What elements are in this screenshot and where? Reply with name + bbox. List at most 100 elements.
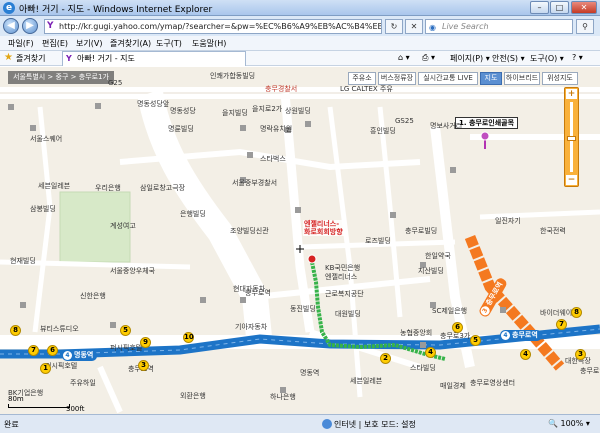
safety-menu[interactable]: 안전(S) ▾: [492, 53, 525, 64]
yahoo-tab-icon: Y: [66, 54, 72, 63]
map-label: 농협중앙회: [400, 329, 433, 337]
menu-view[interactable]: 보기(V): [76, 38, 102, 49]
status-text: 완료: [4, 420, 19, 429]
forward-button[interactable]: ▶: [22, 18, 38, 34]
refresh-button[interactable]: ↻: [385, 19, 403, 34]
map-label: 인쾌가합동빌딩: [210, 72, 256, 80]
security-zone[interactable]: 인터넷 | 보호 모드: 설정: [334, 419, 416, 430]
map-label: 삼봉빌딩: [30, 205, 56, 213]
maximize-button[interactable]: □: [550, 1, 569, 14]
map-label: 한일약국: [425, 252, 451, 260]
subway-exit[interactable]: 1: [40, 363, 51, 374]
subway-exit[interactable]: 6: [452, 322, 463, 333]
map-label: 주유하일: [70, 379, 96, 387]
live-traffic-button[interactable]: 실시간교통 LIVE: [418, 72, 478, 85]
stop-button[interactable]: ✕: [405, 19, 423, 34]
menu-edit[interactable]: 편집(E): [42, 38, 68, 49]
route-popup-line2: 화로회회방향: [304, 228, 343, 236]
menu-favorites[interactable]: 즐겨찾기(A): [110, 38, 151, 49]
map-view-button[interactable]: 지도: [480, 72, 502, 85]
satellite-view-button[interactable]: 위성지도: [542, 72, 578, 85]
route-popup[interactable]: 엔젤리너스- 화로회회방향: [303, 220, 344, 236]
subway-exit[interactable]: 4: [425, 347, 436, 358]
map-label: 을지로2가: [252, 105, 283, 113]
help-icon[interactable]: ? ▾: [572, 53, 583, 62]
zoom-in-button[interactable]: +: [566, 89, 577, 99]
station-myeongdong[interactable]: 4 명동역: [62, 350, 98, 361]
map-label: 조양빌딩신관: [230, 227, 269, 235]
page-menu[interactable]: 페이지(P) ▾: [450, 53, 490, 64]
map-label: 서울중부경찰서: [232, 179, 278, 187]
map-label: 로즈빌딩: [365, 237, 391, 245]
subway-exit[interactable]: 3: [575, 349, 586, 360]
map-label: 명동역: [300, 369, 320, 377]
hybrid-view-button[interactable]: 하이브리드: [504, 72, 540, 85]
map-label: 지산빌딩: [418, 267, 444, 275]
bus-stop-button[interactable]: 버스정류장: [378, 72, 416, 85]
map-breadcrumb[interactable]: 서울특별시 > 중구 > 충무로1가: [8, 71, 114, 84]
subway-exit[interactable]: 7: [556, 319, 567, 330]
station-chungmuro-line4[interactable]: 4 충무로역: [500, 330, 542, 341]
map-label: 근로복지공단: [325, 290, 364, 298]
search-input[interactable]: ◉ Live Search: [425, 19, 573, 34]
url-input[interactable]: Y http://kr.gugi.yahoo.com/ymap/?searche…: [44, 19, 382, 34]
close-button[interactable]: ✕: [571, 1, 597, 14]
map-label: 한국전력: [540, 227, 566, 235]
subway-exit[interactable]: 9: [140, 337, 151, 348]
tab-map[interactable]: Y 아빠! 거기 - 지도: [62, 51, 246, 66]
print-icon[interactable]: ⎙ ▾: [422, 53, 435, 63]
subway-exit[interactable]: 5: [120, 325, 131, 336]
search-go-button[interactable]: ⚲: [576, 19, 594, 34]
menu-tools[interactable]: 도구(T): [156, 38, 182, 49]
back-button[interactable]: ◀: [3, 18, 19, 34]
gas-station-button[interactable]: 주유소: [348, 72, 376, 85]
magnifier-icon: ⚲: [582, 22, 588, 31]
search-placeholder: Live Search: [442, 22, 489, 31]
station-name: 명동역: [74, 351, 94, 359]
map-canvas[interactable]: 서울특별시 > 중구 > 충무로1가 주유소 버스정류장 실시간교통 LIVE …: [0, 67, 600, 414]
ie-logo-icon: e: [3, 2, 15, 14]
subway-exit[interactable]: 6: [47, 345, 58, 356]
map-label: 명락유치원: [260, 125, 293, 133]
map-label: LG CALTEX 주유: [340, 85, 393, 93]
poi-popup[interactable]: 1. 충무로인쇄골목: [455, 117, 519, 129]
zoom-slider-handle[interactable]: [567, 136, 576, 141]
map-label: 충무경찰서: [265, 85, 298, 93]
map-label: KB국민은행: [325, 264, 361, 272]
map-label: 세븐일레븐: [38, 182, 71, 190]
map-label: 매일경제: [440, 382, 466, 390]
favorites-star-icon[interactable]: ★: [4, 52, 13, 63]
live-search-icon: ◉: [429, 23, 436, 32]
subway-exit[interactable]: 8: [571, 307, 582, 318]
tools-menu[interactable]: 도구(O) ▾: [530, 53, 564, 64]
title-bar: e 아빠! 거기 - 지도 - Windows Internet Explore…: [0, 0, 600, 16]
map-label: 하나은행: [270, 393, 296, 401]
map-label: 바이더웨이: [540, 309, 573, 317]
zoom-level[interactable]: 🔍 100% ▾: [548, 419, 590, 428]
menu-help[interactable]: 도움말(H): [192, 38, 226, 49]
subway-exit[interactable]: 7: [28, 345, 39, 356]
subway-exit[interactable]: 8: [10, 325, 21, 336]
scale-feet: 300ft: [66, 405, 85, 413]
map-label: 충무로인쇄골목: [580, 367, 600, 375]
favorites-label[interactable]: 즐겨찾기: [16, 53, 45, 64]
menu-file[interactable]: 파일(F): [8, 38, 34, 49]
subway-exit[interactable]: 2: [380, 353, 391, 364]
subway-exit[interactable]: 4: [520, 349, 531, 360]
map-label: 엔젤리너스: [325, 273, 358, 281]
subway-exit[interactable]: 3: [138, 360, 149, 371]
home-icon[interactable]: ⌂ ▾: [398, 53, 410, 62]
subway-exit[interactable]: 10: [183, 332, 194, 343]
zoom-out-button[interactable]: −: [566, 175, 577, 185]
map-label: 흥인빌딩: [370, 127, 396, 135]
map-scale: 80m 300ft: [8, 395, 84, 413]
minimize-button[interactable]: –: [530, 1, 549, 14]
station-name: 충무로역: [512, 331, 538, 339]
map-label: 은행빌딩: [180, 210, 206, 218]
zoom-control: + −: [564, 87, 579, 187]
map-label: 외환은행: [180, 392, 206, 400]
favorites-bar: ★ 즐겨찾기 Y 아빠! 거기 - 지도 ⌂ ▾ ⎙ ▾ 페이지(P) ▾ 안전…: [0, 51, 600, 66]
address-bar: ◀ ▶ Y http://kr.gugi.yahoo.com/ymap/?sea…: [0, 16, 600, 36]
map-label: 서울중앙우체국: [110, 267, 156, 275]
subway-exit[interactable]: 5: [470, 335, 481, 346]
